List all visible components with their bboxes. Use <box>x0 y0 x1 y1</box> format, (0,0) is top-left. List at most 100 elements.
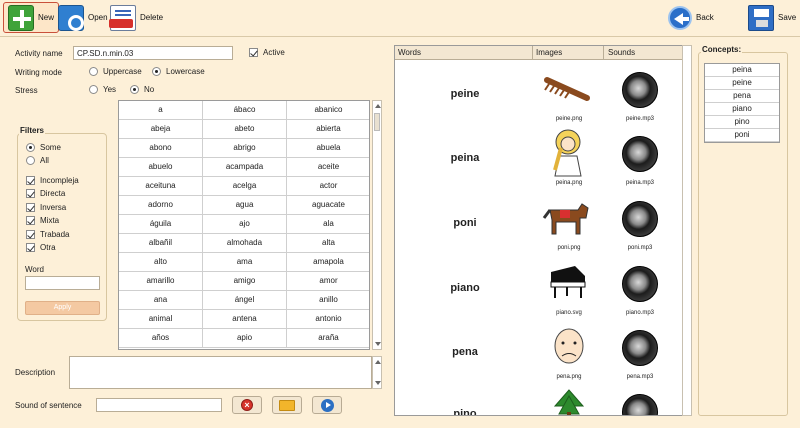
play-sound-button[interactable] <box>312 396 342 414</box>
active-checkbox[interactable]: Active <box>249 48 285 57</box>
filter-option-mixta[interactable]: Mixta <box>26 216 59 225</box>
word-grid-cell[interactable]: acelga <box>203 177 287 196</box>
word-grid-cell[interactable]: ama <box>203 253 287 272</box>
word-item[interactable]: pena <box>395 346 535 358</box>
speaker-icon[interactable] <box>622 201 658 237</box>
speaker-icon[interactable] <box>622 136 658 172</box>
browse-sound-button[interactable] <box>272 396 302 414</box>
words-panel-scrollbar[interactable] <box>682 45 692 416</box>
image-filename: poni.png <box>557 245 581 251</box>
word-grid-cell[interactable]: adorno <box>119 196 203 215</box>
word-grid-cell[interactable]: ana <box>119 291 203 310</box>
filter-option-trabada[interactable]: Trabada <box>26 230 70 239</box>
filter-all-radio[interactable]: All <box>26 156 49 165</box>
tree-image-icon[interactable] <box>551 388 587 416</box>
filter-option-inversa[interactable]: Inversa <box>26 203 66 212</box>
description-scrollbar[interactable] <box>372 356 382 389</box>
word-grid-cell[interactable]: aguacate <box>287 196 369 215</box>
scroll-thumb[interactable] <box>374 113 380 131</box>
word-grid-cell[interactable]: albañil <box>119 234 203 253</box>
word-grid-cell[interactable]: abeja <box>119 120 203 139</box>
word-grid-scrollbar[interactable] <box>372 100 382 350</box>
word-filter-input[interactable] <box>25 276 100 290</box>
concept-item[interactable]: peine <box>705 77 779 90</box>
filter-option-incompleja[interactable]: Incompleja <box>26 176 79 185</box>
word-grid-cell[interactable]: acampada <box>203 158 287 177</box>
filter-option-otra[interactable]: Otra <box>26 243 56 252</box>
word-grid-cell[interactable]: araña <box>287 329 369 348</box>
desc-scroll-down-icon[interactable] <box>375 381 381 385</box>
word-grid-cell[interactable]: ajo <box>203 215 287 234</box>
word-grid-cell[interactable]: ala <box>287 215 369 234</box>
word-grid-cell[interactable]: aceituna <box>119 177 203 196</box>
scroll-down-icon[interactable] <box>375 342 381 346</box>
scroll-up-icon[interactable] <box>375 104 381 108</box>
word-grid-cell[interactable]: apio <box>203 329 287 348</box>
word-grid-cell[interactable]: amigo <box>203 272 287 291</box>
word-grid-cell[interactable]: actor <box>287 177 369 196</box>
speaker-icon[interactable] <box>622 330 658 366</box>
clear-sound-button[interactable]: × <box>232 396 262 414</box>
word-grid-cell[interactable]: abono <box>119 139 203 158</box>
back-button[interactable]: Back <box>664 2 718 33</box>
uppercase-radio[interactable]: Uppercase <box>89 67 142 76</box>
word-item[interactable]: peina <box>395 152 535 164</box>
comb-image-icon[interactable] <box>543 74 593 104</box>
word-grid-cell[interactable]: amapola <box>287 253 369 272</box>
word-grid-cell[interactable]: a <box>119 101 203 120</box>
word-grid-cell[interactable]: águila <box>119 215 203 234</box>
word-grid-cell[interactable]: abrigo <box>203 139 287 158</box>
description-textarea[interactable] <box>69 356 372 389</box>
word-grid-cell[interactable]: antonio <box>287 310 369 329</box>
word-grid-cell[interactable]: amarillo <box>119 272 203 291</box>
word-item[interactable]: piano <box>395 282 535 294</box>
speaker-icon[interactable] <box>622 72 658 108</box>
stress-yes-radio[interactable]: Yes <box>89 85 116 94</box>
desc-scroll-up-icon[interactable] <box>375 360 381 364</box>
concept-item[interactable]: piano <box>705 103 779 116</box>
sound-of-sentence-input[interactable] <box>96 398 222 412</box>
new-button[interactable]: New <box>3 2 60 33</box>
word-grid-cell[interactable]: aceite <box>287 158 369 177</box>
word-grid-cell[interactable]: años <box>119 329 203 348</box>
word-grid-cell[interactable]: alta <box>287 234 369 253</box>
concept-item[interactable]: peina <box>705 64 779 77</box>
speaker-icon[interactable] <box>622 266 658 302</box>
word-grid-cell[interactable]: abierta <box>287 120 369 139</box>
concept-item[interactable]: pena <box>705 90 779 103</box>
word-grid-cell[interactable]: ábaco <box>203 101 287 120</box>
stress-no-radio[interactable]: No <box>130 85 154 94</box>
word-grid-cell[interactable]: agua <box>203 196 287 215</box>
filter-option-directa[interactable]: Directa <box>26 189 65 198</box>
word-grid-cell[interactable]: almohada <box>203 234 287 253</box>
word-grid-cell[interactable]: abanico <box>287 101 369 120</box>
word-grid-cell[interactable]: abeto <box>203 120 287 139</box>
word-grid-cell[interactable]: abuela <box>287 139 369 158</box>
word-grid-cell[interactable]: ángel <box>203 291 287 310</box>
word-grid-cell[interactable]: amor <box>287 272 369 291</box>
word-grid-cell[interactable]: antena <box>203 310 287 329</box>
pony-image-icon[interactable] <box>542 198 592 240</box>
girl-combing-image-icon[interactable] <box>545 126 591 178</box>
filter-some-radio[interactable]: Some <box>26 143 61 152</box>
word-item[interactable]: peine <box>395 88 535 100</box>
word-item[interactable]: poni <box>395 217 535 229</box>
word-item[interactable]: pino <box>395 408 535 415</box>
word-grid-cell[interactable]: anillo <box>287 291 369 310</box>
concept-item[interactable]: poni <box>705 129 779 142</box>
open-button[interactable]: Open <box>54 2 112 33</box>
word-grid-cell[interactable]: animal <box>119 310 203 329</box>
col-sounds-header: Sounds <box>608 48 636 57</box>
save-button[interactable]: Save <box>744 2 800 33</box>
word-grid-cell[interactable]: alto <box>119 253 203 272</box>
apply-button[interactable]: Apply <box>25 301 100 315</box>
word-grid: a ábaco abanico abeja abeto abierta abono abrig… <box>118 100 370 350</box>
piano-image-icon[interactable] <box>545 262 591 302</box>
concept-item[interactable]: pino <box>705 116 779 129</box>
sad-face-image-icon[interactable] <box>551 326 587 366</box>
word-grid-cell[interactable]: abuelo <box>119 158 203 177</box>
delete-button[interactable]: Delete <box>106 2 167 33</box>
lowercase-radio[interactable]: Lowercase <box>152 67 205 76</box>
speaker-icon[interactable] <box>622 394 658 415</box>
activity-name-input[interactable]: CP.SD.n.min.03 <box>73 46 233 60</box>
